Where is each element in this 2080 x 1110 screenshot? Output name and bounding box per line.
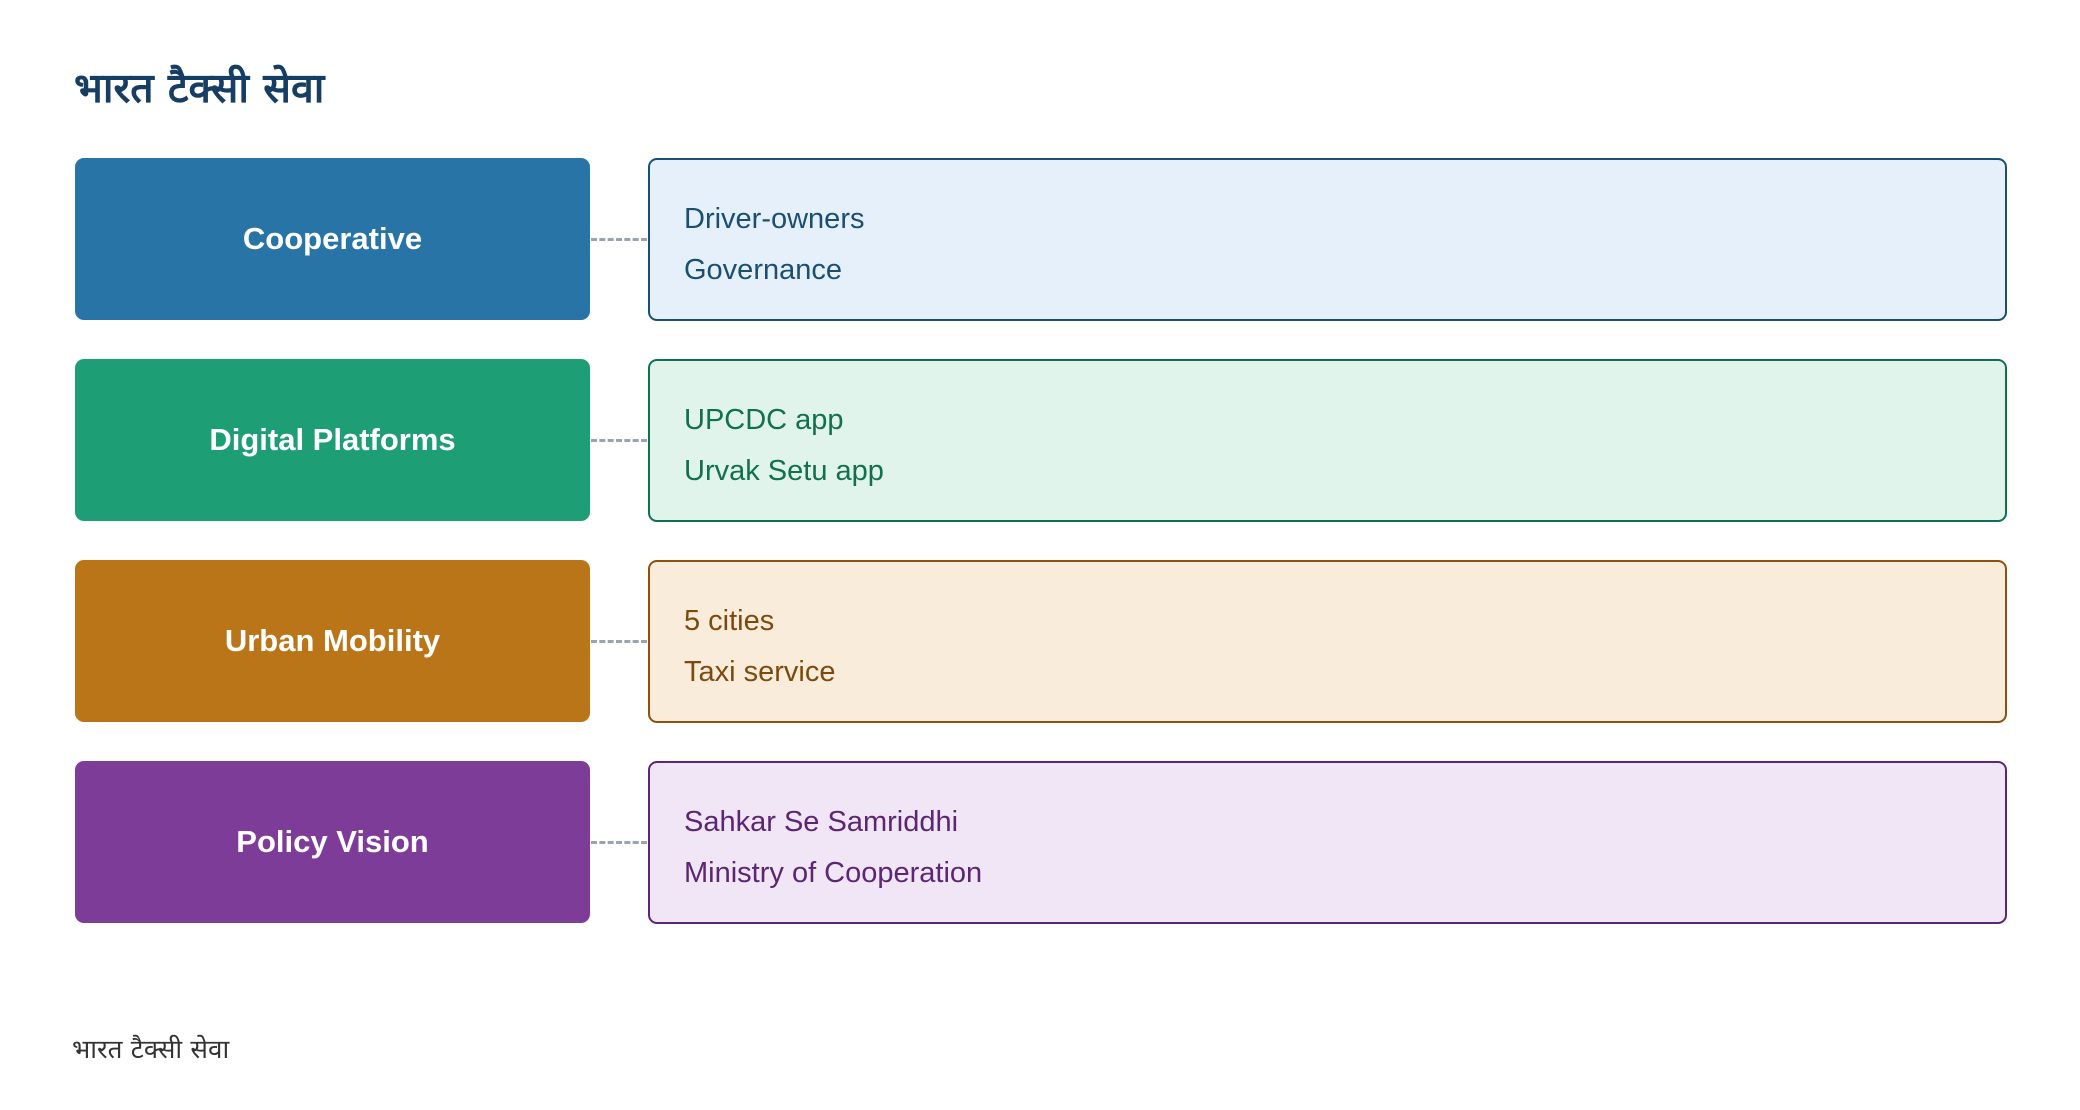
detail-line: Urvak Setu app xyxy=(684,455,884,487)
detail-line: UPCDC app xyxy=(684,404,844,436)
detail-box: Sahkar Se Samriddhi Ministry of Cooperat… xyxy=(648,761,2007,924)
category-label-box: Cooperative xyxy=(75,158,590,320)
detail-line: Taxi service xyxy=(684,656,836,688)
row-urban-mobility: Urban Mobility 5 cities Taxi service xyxy=(75,560,2007,723)
dashed-connector xyxy=(591,238,647,241)
dashed-connector xyxy=(591,640,647,643)
detail-line: Governance xyxy=(684,254,842,286)
page-title: भारत टैक्सी सेवा xyxy=(74,64,325,112)
row-policy-vision: Policy Vision Sahkar Se Samriddhi Minist… xyxy=(75,761,2007,924)
detail-box: Driver-owners Governance xyxy=(648,158,2007,321)
detail-line: Sahkar Se Samriddhi xyxy=(684,806,959,838)
detail-box: 5 cities Taxi service xyxy=(648,560,2007,723)
dashed-connector xyxy=(591,841,647,844)
category-label: Digital Platforms xyxy=(209,422,456,457)
category-label-box: Urban Mobility xyxy=(75,560,590,722)
category-label: Policy Vision xyxy=(236,824,429,859)
category-label-box: Digital Platforms xyxy=(75,359,590,521)
category-label: Cooperative xyxy=(242,221,423,256)
diagram-rows: Cooperative Driver-owners Governance Dig… xyxy=(75,158,2007,962)
detail-line: Ministry of Cooperation xyxy=(684,857,983,889)
footer-caption: भारत टैक्सी सेवा xyxy=(72,1035,230,1065)
category-label-box: Policy Vision xyxy=(75,761,590,923)
detail-line: 5 cities xyxy=(684,605,775,637)
detail-line: Driver-owners xyxy=(684,203,865,235)
category-label: Urban Mobility xyxy=(224,623,441,658)
detail-box: UPCDC app Urvak Setu app xyxy=(648,359,2007,522)
row-cooperative: Cooperative Driver-owners Governance xyxy=(75,158,2007,321)
dashed-connector xyxy=(591,439,647,442)
row-digital-platforms: Digital Platforms UPCDC app Urvak Setu a… xyxy=(75,359,2007,522)
